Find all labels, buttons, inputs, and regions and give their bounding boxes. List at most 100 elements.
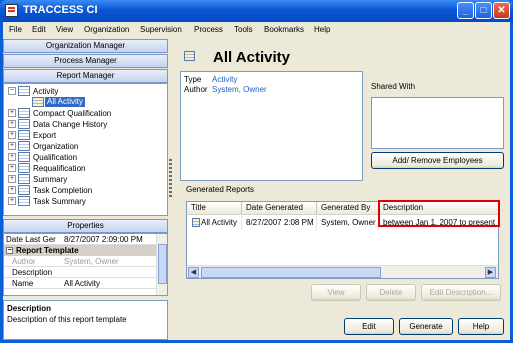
- report-folder-icon: [18, 108, 30, 118]
- help-button[interactable]: Help: [458, 318, 504, 335]
- app-icon: [5, 4, 18, 17]
- view-button[interactable]: View: [311, 284, 361, 301]
- tree-item-label: Qualification: [33, 153, 78, 162]
- description-highlight: [378, 200, 500, 227]
- menu-file[interactable]: File: [9, 25, 22, 34]
- report-folder-icon: [18, 185, 30, 195]
- title-bar[interactable]: TRACCESS CI _ □ ✕: [0, 0, 513, 22]
- cell-title[interactable]: All Activity: [197, 216, 242, 230]
- app-window: TRACCESS CI _ □ ✕ File Edit View Organiz…: [0, 0, 513, 343]
- tree-item-label: Task Summary: [33, 197, 86, 206]
- report-detail-panel: All Activity Type Activity Author System…: [173, 39, 510, 340]
- prop-label: Author: [12, 257, 36, 266]
- collapse-icon[interactable]: −: [6, 247, 13, 254]
- process-manager-button[interactable]: Process Manager: [3, 54, 168, 68]
- report-folder-icon: [18, 163, 30, 173]
- cell-date-generated[interactable]: 8/27/2007 2:08 PM: [242, 216, 317, 230]
- client-area: Organization Manager Process Manager Rep…: [3, 39, 510, 340]
- tree-item-label: All Activity: [45, 97, 86, 107]
- report-template-icon: [184, 51, 195, 61]
- edit-description-button[interactable]: Edit Description...: [421, 284, 501, 301]
- generated-reports-label: Generated Reports: [186, 185, 255, 194]
- prop-name[interactable]: Name All Activity: [4, 278, 156, 289]
- tree-item-label: Organization: [33, 142, 79, 151]
- maximize-button[interactable]: □: [475, 2, 492, 19]
- properties-scrollbar[interactable]: [156, 234, 167, 295]
- prop-label: Name: [12, 279, 34, 288]
- properties-grid: Date Last Ger 8/27/2007 2:09:00 PM − Rep…: [3, 233, 168, 296]
- expand-icon[interactable]: +: [8, 175, 16, 183]
- report-folder-icon: [18, 130, 30, 140]
- prop-value: All Activity: [64, 279, 101, 288]
- type-value: Activity: [212, 75, 238, 84]
- tree-item-label: Compact Qualification: [33, 109, 112, 118]
- menu-organization[interactable]: Organization: [84, 25, 129, 34]
- prop-date-last-generated[interactable]: Date Last Ger 8/27/2007 2:09:00 PM: [4, 234, 156, 245]
- page-title: All Activity: [213, 49, 290, 66]
- shared-with-list[interactable]: [371, 97, 504, 149]
- prop-label: Description: [12, 268, 53, 277]
- tree-item-label: Activity: [33, 87, 59, 96]
- author-label: Author: [184, 85, 208, 94]
- expand-icon[interactable]: +: [8, 197, 16, 205]
- menu-edit[interactable]: Edit: [32, 25, 46, 34]
- menu-process[interactable]: Process: [194, 25, 223, 34]
- add-remove-employees-button[interactable]: Add/ Remove Employees: [371, 152, 504, 169]
- shared-with-label: Shared With: [371, 82, 416, 91]
- expand-icon[interactable]: +: [8, 186, 16, 194]
- report-folder-icon: [18, 196, 30, 206]
- properties-header: Properties: [3, 219, 168, 233]
- tree-item-label: Requalification: [33, 164, 86, 173]
- scroll-left-icon[interactable]: ◀: [188, 267, 199, 278]
- tree-item-label: Export: [33, 131, 57, 140]
- prop-label: Date Last Ger: [6, 235, 56, 244]
- collapse-icon[interactable]: −: [8, 87, 16, 95]
- scroll-right-icon[interactable]: ▶: [485, 267, 496, 278]
- cell-generated-by[interactable]: System, Owner: [317, 216, 379, 230]
- expand-icon[interactable]: +: [8, 153, 16, 161]
- column-header-title[interactable]: Title: [187, 202, 242, 215]
- splitter-grip-icon[interactable]: [169, 159, 172, 199]
- report-tree: − Activity All Activity + Compact Qualif…: [3, 83, 168, 216]
- table-horizontal-scrollbar[interactable]: ◀ ▶: [187, 265, 498, 278]
- report-folder-icon: [18, 174, 30, 184]
- organization-manager-button[interactable]: Organization Manager: [3, 39, 168, 53]
- report-info-box: Type Activity Author System, Owner: [180, 71, 363, 181]
- generate-button[interactable]: Generate: [399, 318, 453, 335]
- column-header-generated-by[interactable]: Generated By: [317, 202, 379, 215]
- minimize-button[interactable]: _: [457, 2, 474, 19]
- menu-bookmarks[interactable]: Bookmarks: [264, 25, 304, 34]
- report-template-icon: [32, 97, 44, 107]
- report-manager-button[interactable]: Report Manager: [3, 69, 168, 83]
- author-value: System, Owner: [212, 85, 267, 94]
- prop-category-report-template[interactable]: − Report Template: [4, 245, 156, 256]
- delete-button[interactable]: Delete: [366, 284, 416, 301]
- menu-help[interactable]: Help: [314, 25, 330, 34]
- expand-icon[interactable]: +: [8, 120, 16, 128]
- menu-view[interactable]: View: [56, 25, 73, 34]
- close-button[interactable]: ✕: [493, 2, 510, 19]
- expand-icon[interactable]: +: [8, 109, 16, 117]
- expand-icon[interactable]: +: [8, 164, 16, 172]
- column-header-date-generated[interactable]: Date Generated: [242, 202, 317, 215]
- prop-description[interactable]: Description: [4, 267, 156, 278]
- type-label: Type: [184, 75, 202, 84]
- prop-value: System, Owner: [64, 257, 119, 266]
- menu-supervision[interactable]: Supervision: [140, 25, 182, 34]
- left-panel: Organization Manager Process Manager Rep…: [3, 39, 168, 340]
- scroll-thumb[interactable]: [201, 267, 381, 278]
- tree-item-label: Task Completion: [33, 186, 93, 195]
- prop-author[interactable]: Author System, Owner: [4, 256, 156, 267]
- prop-category-label: Report Template: [16, 246, 79, 255]
- report-folder-icon: [18, 86, 30, 96]
- expand-icon[interactable]: +: [8, 131, 16, 139]
- edit-button[interactable]: Edit: [344, 318, 394, 335]
- menu-bar: File Edit View Organization Supervision …: [3, 22, 510, 39]
- description-panel: Description Description of this report t…: [3, 300, 168, 340]
- scroll-thumb[interactable]: [158, 244, 167, 284]
- expand-icon[interactable]: +: [8, 142, 16, 150]
- menu-tools[interactable]: Tools: [234, 25, 253, 34]
- window-title: TRACCESS CI: [23, 4, 98, 16]
- report-folder-icon: [18, 119, 30, 129]
- description-text: Description of this report template: [7, 315, 127, 324]
